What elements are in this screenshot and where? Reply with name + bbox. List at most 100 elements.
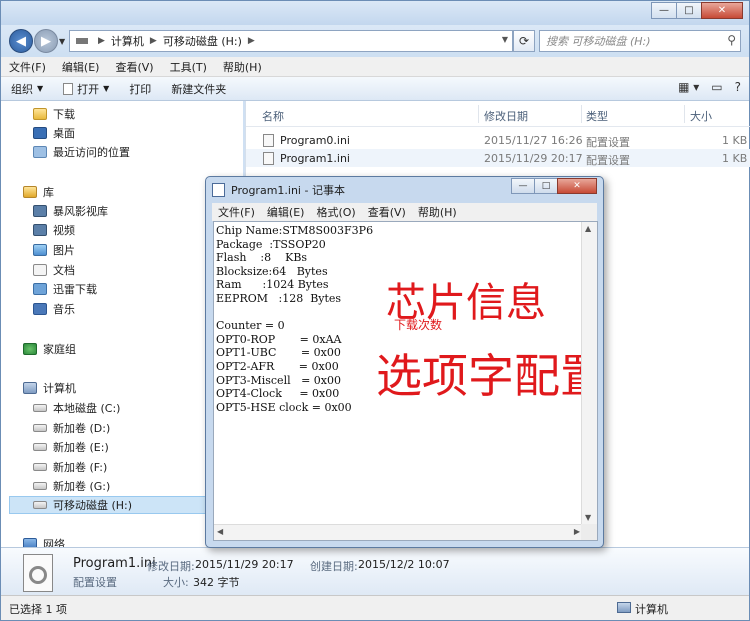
address-dropdown-icon[interactable]: ▼ (502, 35, 508, 44)
search-icon: ⚲ (727, 33, 736, 47)
nav-network[interactable]: 网络 (23, 535, 65, 547)
nav-homegroup[interactable]: 家庭组 (23, 340, 76, 358)
menu-edit[interactable]: 编辑(E) (54, 59, 108, 75)
nav-music[interactable]: 音乐 (33, 300, 75, 318)
notepad-menu-format[interactable]: 格式(O) (310, 204, 361, 220)
search-input[interactable]: 搜索 可移动磁盘 (H:) ⚲ (539, 30, 741, 52)
breadcrumb-separator-icon[interactable]: ▶ (150, 36, 157, 46)
forward-button[interactable]: ▶ (34, 29, 58, 53)
menu-view[interactable]: 查看(V) (107, 59, 161, 75)
notepad-content[interactable]: Chip Name:STM8S003F3P6 Package :TSSOP20 … (216, 224, 373, 414)
annotation-option-config: 选项字配置 (376, 349, 598, 403)
scroll-right-icon[interactable]: ▶ (574, 527, 580, 536)
ini-file-icon (263, 152, 274, 165)
new-folder-button[interactable]: 新建文件夹 (161, 81, 236, 97)
column-name[interactable]: 名称 (262, 108, 284, 124)
notepad-close-button[interactable]: ✕ (557, 178, 597, 194)
details-created-label: 创建日期: (310, 560, 358, 573)
column-divider[interactable] (581, 105, 582, 123)
nav-recent[interactable]: 最近访问的位置 (33, 143, 130, 161)
refresh-button[interactable]: ⟳ (513, 30, 535, 52)
nav-drive-c[interactable]: 本地磁盘 (C:) (33, 399, 120, 417)
notepad-menu-file[interactable]: 文件(F) (212, 204, 261, 220)
breadcrumb-drive-h[interactable]: 可移动磁盘 (H:) (163, 33, 242, 49)
print-button[interactable]: 打印 (119, 81, 161, 97)
history-dropdown-icon[interactable]: ▼ (59, 37, 65, 46)
column-size[interactable]: 大小 (690, 108, 712, 124)
size-grip[interactable] (581, 524, 597, 540)
column-type[interactable]: 类型 (586, 108, 608, 124)
scroll-left-icon[interactable]: ◀ (217, 527, 223, 536)
view-options-icon[interactable]: ▦ ▾ (678, 80, 699, 94)
preview-pane-icon[interactable]: ▭ (711, 80, 722, 94)
back-button[interactable]: ◀ (9, 29, 33, 53)
nav-computer[interactable]: 计算机 (23, 379, 76, 397)
nav-computer-label: 计算机 (43, 382, 76, 395)
details-modified: 2015/11/29 20:17 (195, 558, 294, 571)
details-modified-label: 修改日期: (147, 560, 195, 573)
notepad-menu-help[interactable]: 帮助(H) (412, 204, 463, 220)
open-label: 打开 (77, 82, 100, 96)
nav-drive-f[interactable]: 新加卷 (F:) (33, 458, 107, 476)
nav-drive-c-label: 本地磁盘 (C:) (53, 402, 121, 415)
nav-drive-e[interactable]: 新加卷 (E:) (33, 438, 109, 456)
nav-videos[interactable]: 视频 (33, 221, 75, 239)
breadcrumb-separator-icon[interactable]: ▶ (248, 36, 255, 46)
breadcrumb-separator-icon[interactable]: ▶ (98, 36, 105, 46)
column-modified[interactable]: 修改日期 (484, 108, 528, 124)
notepad-minimize-button[interactable]: — (511, 178, 535, 194)
horizontal-scrollbar[interactable]: ◀ ▶ (214, 524, 583, 540)
nav-drive-g[interactable]: 新加卷 (G:) (33, 477, 110, 495)
column-divider[interactable] (684, 105, 685, 123)
details-type: 配置设置 (73, 576, 117, 589)
menu-help[interactable]: 帮助(H) (215, 59, 270, 75)
menu-tools[interactable]: 工具(T) (162, 59, 215, 75)
nav-pictures[interactable]: 图片 (33, 241, 75, 259)
address-row: ◀ ▶ ▼ ▶ 计算机 ▶ 可移动磁盘 (H:) ▶ ▼ ⟳ 搜索 可移动磁盘 … (1, 25, 749, 57)
arrow-left-icon: ◀ (16, 33, 26, 49)
file-row[interactable]: Program1.ini 2015/11/29 20:17 配置设置 1 KB (246, 149, 750, 167)
nav-libraries[interactable]: 库 (23, 183, 54, 201)
nav-recent-label: 最近访问的位置 (53, 146, 130, 159)
open-button[interactable]: 打开 ▼ (53, 81, 119, 97)
xunlei-download-icon (33, 283, 47, 295)
notepad-window-buttons: — □ ✕ (511, 178, 597, 194)
removable-drive-icon (33, 501, 47, 509)
drive-icon (33, 463, 47, 471)
scroll-down-icon[interactable]: ▼ (585, 513, 591, 522)
organize-button[interactable]: 组织 ▼ (1, 81, 53, 97)
library-icon (23, 186, 37, 198)
nav-downloads-label: 下载 (53, 108, 75, 121)
close-button[interactable]: ✕ (701, 2, 743, 19)
nav-drive-d[interactable]: 新加卷 (D:) (33, 419, 110, 437)
address-bar[interactable]: ▶ 计算机 ▶ 可移动磁盘 (H:) ▶ ▼ (69, 30, 513, 52)
file-type: 配置设置 (586, 154, 630, 167)
refresh-icon: ⟳ (518, 34, 530, 48)
vertical-scrollbar[interactable]: ▲ ▼ (581, 222, 597, 524)
storm-library-icon (33, 205, 47, 217)
notepad-maximize-button[interactable]: □ (534, 178, 558, 194)
notepad-text-area[interactable]: Chip Name:STM8S003F3P6 Package :TSSOP20 … (213, 221, 598, 541)
nav-downloads[interactable]: 下载 (33, 105, 75, 123)
nav-xunlei[interactable]: 迅雷下载 (33, 280, 97, 298)
status-location: 计算机 (635, 603, 668, 616)
notepad-icon (212, 183, 225, 197)
status-bar: 已选择 1 项 计算机 (1, 595, 749, 620)
maximize-button[interactable]: □ (676, 2, 702, 19)
notepad-window: Program1.ini - 记事本 — □ ✕ 文件(F) 编辑(E) 格式(… (205, 176, 604, 548)
pictures-icon (33, 244, 47, 256)
column-divider[interactable] (478, 105, 479, 123)
nav-desktop[interactable]: 桌面 (33, 124, 75, 142)
breadcrumb-computer[interactable]: 计算机 (111, 33, 144, 49)
notepad-menu-view[interactable]: 查看(V) (362, 204, 412, 220)
drive-icon (33, 443, 47, 451)
minimize-button[interactable]: — (651, 2, 677, 19)
nav-storm-library[interactable]: 暴风影视库 (33, 202, 108, 220)
videos-icon (33, 224, 47, 236)
help-icon[interactable]: ? (735, 80, 741, 94)
scroll-up-icon[interactable]: ▲ (585, 224, 591, 233)
file-row[interactable]: Program0.ini 2015/11/27 16:26 配置设置 1 KB (246, 131, 750, 149)
menu-file[interactable]: 文件(F) (1, 59, 54, 75)
nav-documents[interactable]: 文档 (33, 261, 75, 279)
notepad-menu-edit[interactable]: 编辑(E) (261, 204, 311, 220)
